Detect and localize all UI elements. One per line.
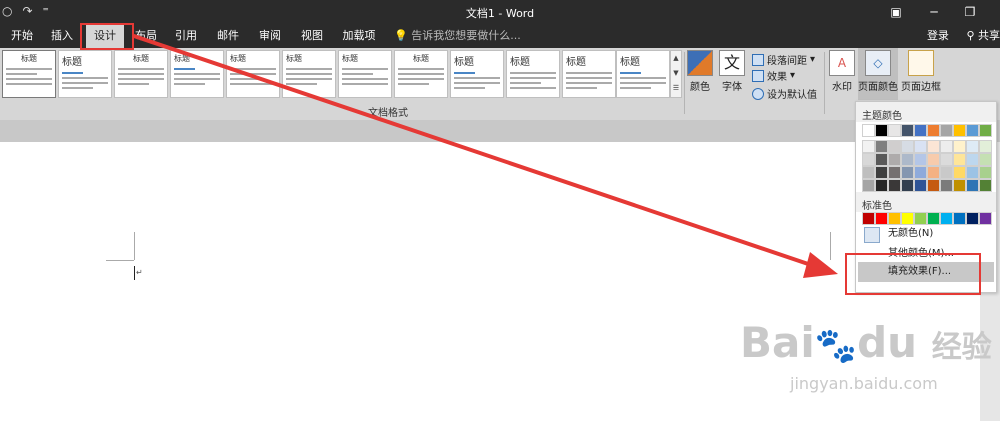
annotation-arrow (132, 34, 838, 278)
